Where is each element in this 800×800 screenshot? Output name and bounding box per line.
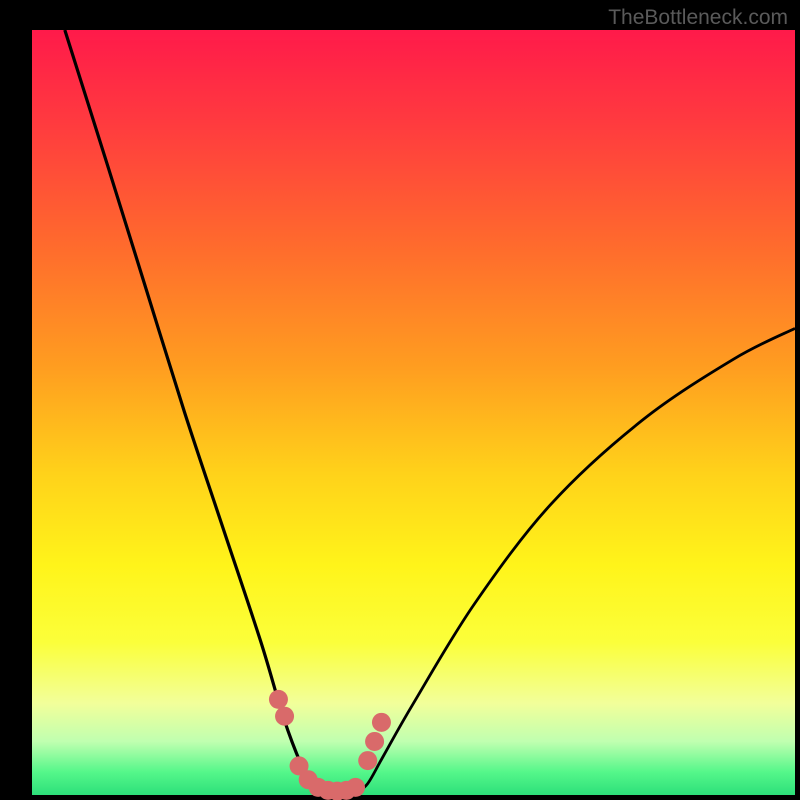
valley-marker (365, 732, 384, 751)
valley-marker (269, 690, 288, 709)
watermark-text: TheBottleneck.com (608, 6, 788, 30)
valley-marker (372, 713, 391, 732)
valley-marker (275, 707, 294, 726)
chart-plot-bg (32, 30, 795, 795)
valley-marker (358, 751, 377, 770)
valley-marker (346, 778, 365, 797)
bottleneck-chart (0, 0, 800, 800)
